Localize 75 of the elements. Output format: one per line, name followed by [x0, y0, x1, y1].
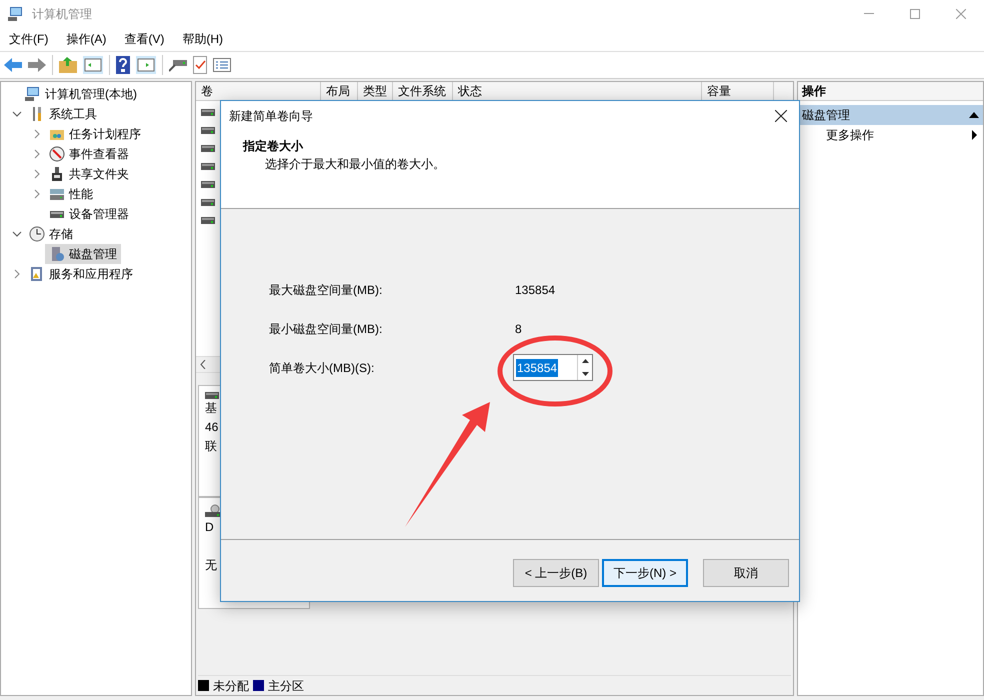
- disk-label: 基: [205, 400, 218, 417]
- disk-label: 无: [205, 557, 218, 574]
- tree-item[interactable]: 共享文件夹: [45, 164, 133, 184]
- field-label: 最小磁盘空间量(MB):: [269, 320, 384, 338]
- folder-up-icon[interactable]: [59, 57, 77, 73]
- connect-icon[interactable]: [169, 58, 187, 72]
- legend-label: 未分配: [213, 678, 249, 694]
- computer-icon: [25, 86, 41, 102]
- drive-icon: [201, 162, 215, 170]
- tree-item[interactable]: 事件查看器: [45, 144, 133, 164]
- clock-icon: [29, 226, 45, 242]
- chevron-right-icon[interactable]: [34, 149, 40, 159]
- drive-icon: [201, 108, 215, 116]
- drive-icon: [201, 126, 215, 134]
- tree-item[interactable]: 系统工具: [25, 104, 101, 124]
- chevron-right-icon[interactable]: [14, 269, 20, 279]
- menu-item[interactable]: 文件(F): [0, 30, 58, 48]
- field-value: 8: [515, 320, 522, 338]
- field-value: 135854: [515, 282, 556, 298]
- wizard-button[interactable]: 取消: [703, 559, 789, 587]
- dvd-drive-icon: [205, 504, 221, 518]
- computer-icon: [8, 6, 24, 22]
- action-section[interactable]: 磁盘管理: [798, 105, 983, 125]
- drive-icon: [201, 198, 215, 206]
- action-item[interactable]: 更多操作: [798, 125, 983, 145]
- gauge-icon: [49, 146, 65, 162]
- menu-item[interactable]: 查看(V): [115, 30, 174, 48]
- disk-label: 联: [205, 438, 218, 455]
- minimize-icon: [864, 13, 874, 14]
- close-icon: [775, 110, 787, 122]
- wizard-subtitle: 选择介于最大和最小值的卷大小。: [265, 156, 446, 173]
- checklist-icon[interactable]: [193, 56, 207, 74]
- field-label: 最大磁盘空间量(MB):: [269, 282, 384, 298]
- drive-icon: [201, 180, 215, 188]
- chevron-right-icon[interactable]: [34, 129, 40, 139]
- chevron-down-icon[interactable]: [12, 111, 22, 117]
- disk-label: D: [205, 519, 215, 536]
- window-title: 计算机管理: [32, 6, 92, 22]
- chevron-right-icon[interactable]: [34, 189, 40, 199]
- tree-item[interactable]: 计算机管理(本地): [21, 84, 141, 104]
- menu-item[interactable]: 操作(A): [57, 30, 116, 48]
- chevron-down-icon[interactable]: [12, 231, 22, 237]
- scroll-left-icon[interactable]: [200, 360, 206, 369]
- wizard-button[interactable]: < 上一步(B): [513, 559, 599, 587]
- legend-label: 主分区: [268, 678, 304, 694]
- disk-label: 46: [205, 419, 220, 436]
- back-arrow-icon[interactable]: [4, 58, 22, 72]
- maximize-icon: [910, 8, 920, 18]
- tree-item[interactable]: 设备管理器: [45, 204, 133, 224]
- drive-icon: [205, 392, 219, 399]
- forward-arrow-icon[interactable]: [28, 58, 46, 72]
- tree-item[interactable]: 性能: [45, 184, 97, 204]
- action-pane-icon[interactable]: [136, 56, 156, 74]
- tree-item[interactable]: 任务计划程序: [45, 124, 145, 144]
- help-icon[interactable]: [116, 56, 130, 74]
- dialog-title: 新建简单卷向导: [229, 108, 313, 125]
- field-label: 简单卷大小(MB)(S):: [269, 360, 376, 376]
- tree-item[interactable]: 磁盘管理: [45, 244, 121, 264]
- close-icon: [956, 8, 966, 18]
- console-tree-icon[interactable]: [83, 56, 103, 74]
- tree-item[interactable]: 服务和应用程序: [25, 264, 137, 284]
- chevron-right-icon[interactable]: [34, 169, 40, 179]
- menu-item[interactable]: 帮助(H): [173, 30, 232, 48]
- size-spin-field[interactable]: 135854: [513, 354, 593, 381]
- wizard-heading: 指定卷大小: [243, 138, 304, 155]
- wizard-button[interactable]: 下一步(N) >: [602, 559, 688, 587]
- drive-icon: [201, 216, 215, 224]
- tree-item[interactable]: 存储: [25, 224, 77, 244]
- usb-device-icon: [49, 166, 65, 182]
- collapse-icon[interactable]: [969, 112, 979, 118]
- drive-icon: [201, 144, 215, 152]
- actions-header: 操作: [798, 82, 983, 101]
- properties-icon[interactable]: [213, 58, 231, 72]
- storage-icon: [49, 186, 65, 202]
- submenu-arrow-icon: [972, 130, 977, 140]
